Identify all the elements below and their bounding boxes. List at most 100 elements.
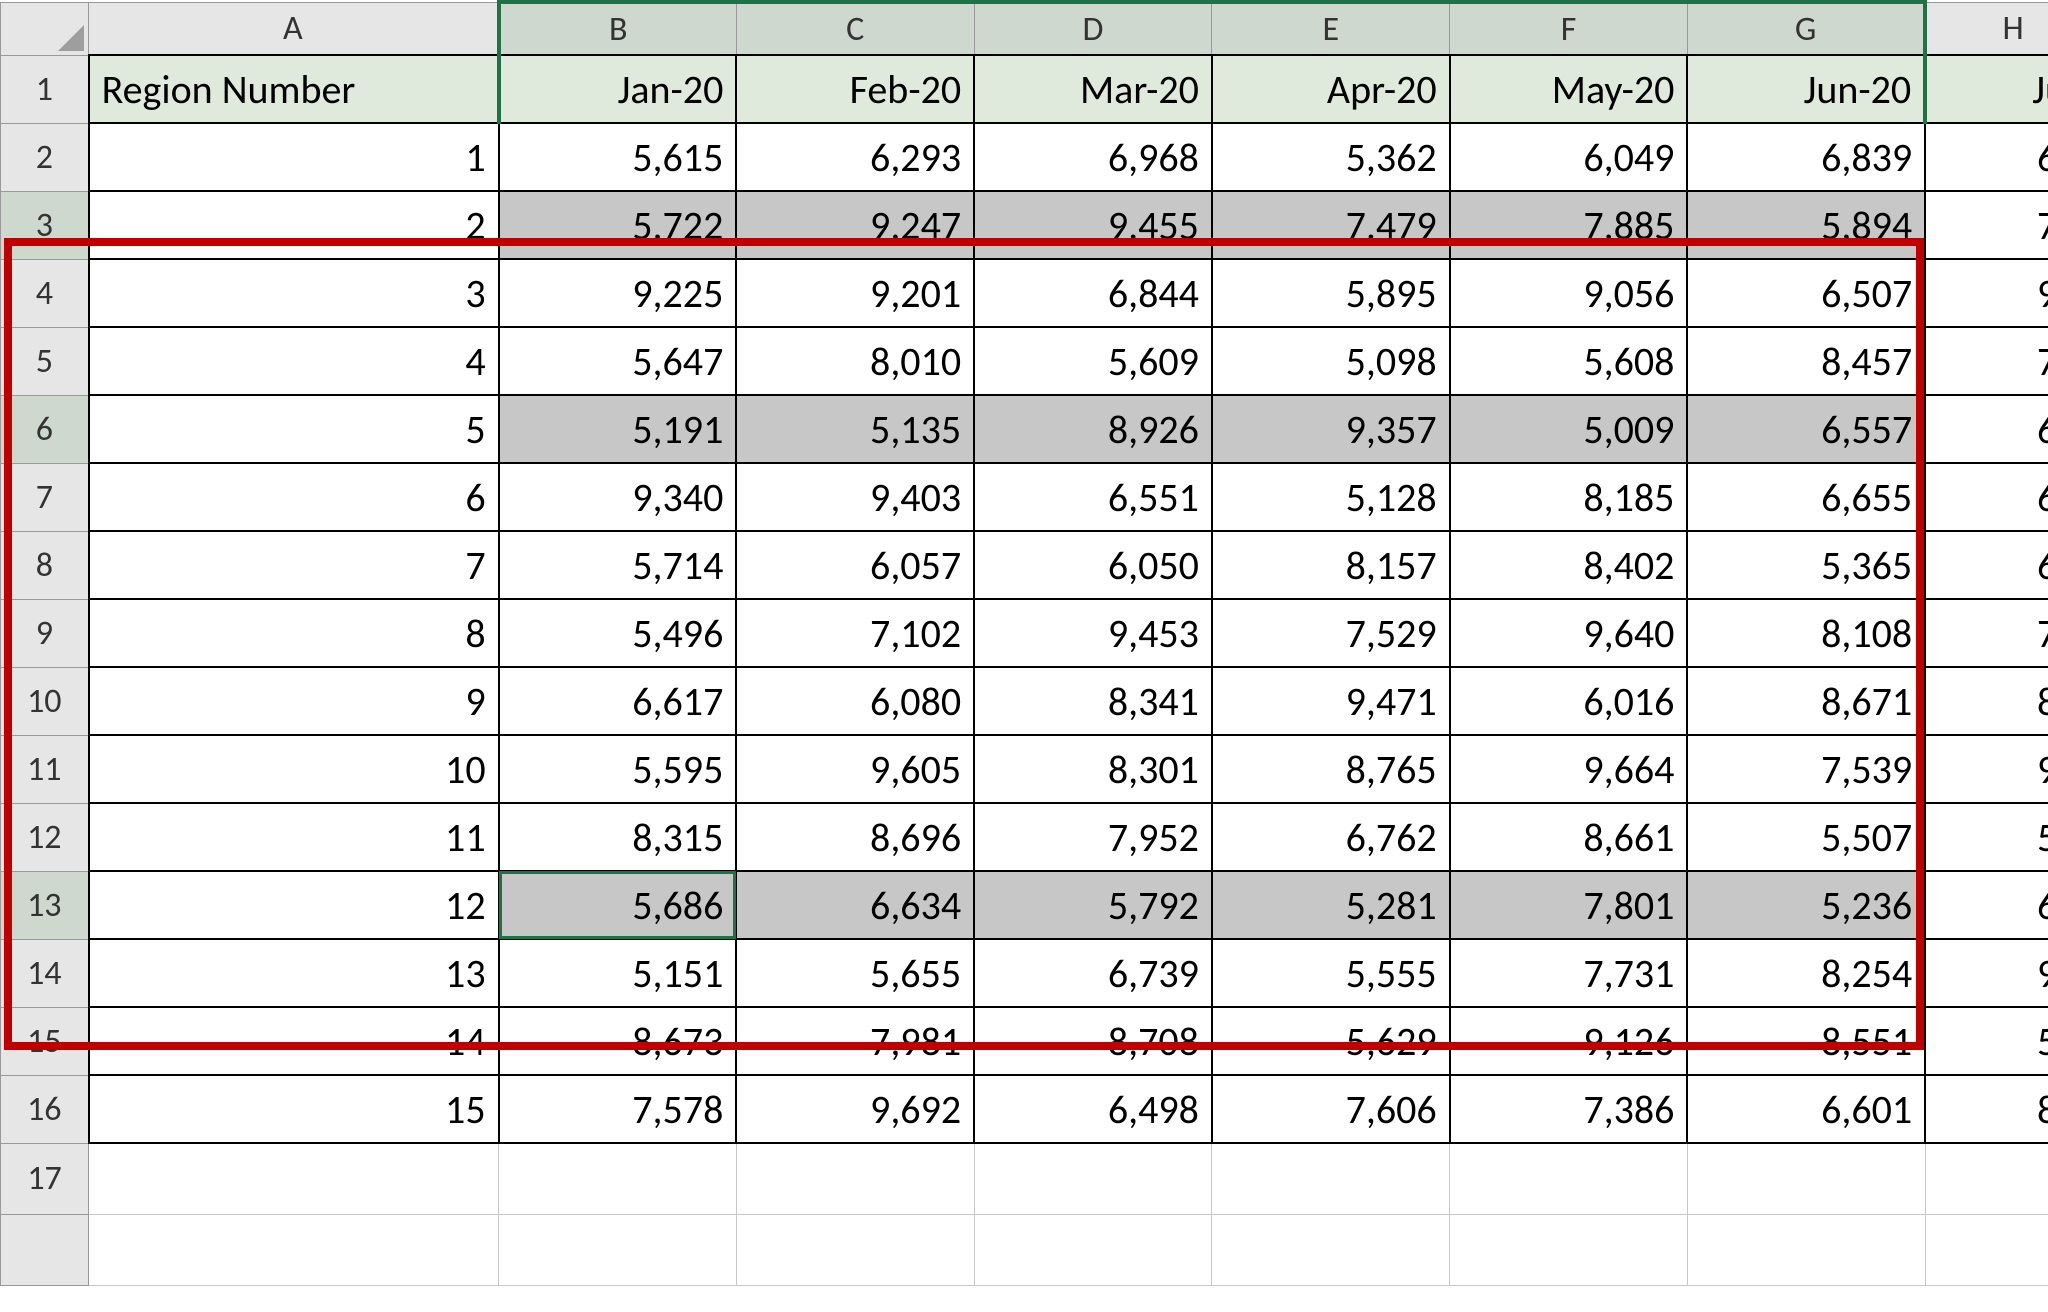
cell-D4[interactable]: 6,844 — [974, 259, 1212, 327]
cell-E8[interactable]: 8,157 — [1212, 531, 1450, 599]
cell-B6[interactable]: 5,191 — [499, 395, 737, 463]
col-header-E[interactable]: E — [1212, 2, 1450, 55]
row-header-1[interactable]: 1 — [1, 55, 89, 123]
cell-E14[interactable]: 5,555 — [1212, 939, 1450, 1007]
row-header-18[interactable] — [1, 1215, 89, 1286]
cell-E13[interactable]: 5,281 — [1212, 871, 1450, 939]
cell-A11[interactable]: 10 — [89, 735, 499, 803]
cell-D8[interactable]: 6,050 — [974, 531, 1212, 599]
cell-F16[interactable]: 7,386 — [1450, 1075, 1688, 1143]
cell-G13[interactable]: 5,236 — [1687, 871, 1925, 939]
row-header-7[interactable]: 7 — [1, 463, 89, 531]
cell-E2[interactable]: 5,362 — [1212, 123, 1450, 191]
cell-H14[interactable]: 9,7 — [1925, 939, 2048, 1007]
cell-A2[interactable]: 1 — [89, 123, 499, 191]
col-header-H[interactable]: H — [1925, 2, 2048, 55]
cell-D15[interactable]: 8,708 — [974, 1007, 1212, 1075]
cell-D9[interactable]: 9,453 — [974, 599, 1212, 667]
cell-G10[interactable]: 8,671 — [1687, 667, 1925, 735]
header-jun[interactable]: Jun-20 — [1687, 55, 1925, 123]
cell-F7[interactable]: 8,185 — [1450, 463, 1688, 531]
cell-A17[interactable] — [89, 1143, 499, 1215]
row-header-14[interactable]: 14 — [1, 939, 89, 1007]
cell-H8[interactable]: 6,8 — [1925, 531, 2048, 599]
header-region-number[interactable]: Region Number — [89, 55, 499, 123]
cell-C9[interactable]: 7,102 — [736, 599, 974, 667]
cell-E9[interactable]: 7,529 — [1212, 599, 1450, 667]
cell-F10[interactable]: 6,016 — [1450, 667, 1688, 735]
cell-B11[interactable]: 5,595 — [499, 735, 737, 803]
col-header-F[interactable]: F — [1450, 2, 1688, 55]
cell-D13[interactable]: 5,792 — [974, 871, 1212, 939]
row-header-12[interactable]: 12 — [1, 803, 89, 871]
col-header-C[interactable]: C — [736, 2, 974, 55]
cell-D2[interactable]: 6,968 — [974, 123, 1212, 191]
cell-F3[interactable]: 7,885 — [1450, 191, 1688, 259]
cell-C16[interactable]: 9,692 — [736, 1075, 974, 1143]
col-header-A[interactable]: A — [89, 2, 499, 55]
cell-F11[interactable]: 9,664 — [1450, 735, 1688, 803]
cell-A18[interactable] — [89, 1215, 499, 1286]
cell-E5[interactable]: 5,098 — [1212, 327, 1450, 395]
cell-A7[interactable]: 6 — [89, 463, 499, 531]
cell-G12[interactable]: 5,507 — [1687, 803, 1925, 871]
cell-H2[interactable]: 6,1 — [1925, 123, 2048, 191]
row-header-10[interactable]: 10 — [1, 667, 89, 735]
cell-B5[interactable]: 5,647 — [499, 327, 737, 395]
cell-C5[interactable]: 8,010 — [736, 327, 974, 395]
cell-B10[interactable]: 6,617 — [499, 667, 737, 735]
cell-A5[interactable]: 4 — [89, 327, 499, 395]
header-mar[interactable]: Mar-20 — [974, 55, 1212, 123]
cell-G15[interactable]: 8,551 — [1687, 1007, 1925, 1075]
col-header-B[interactable]: B — [499, 2, 737, 55]
header-feb[interactable]: Feb-20 — [736, 55, 974, 123]
cell-D3[interactable]: 9,455 — [974, 191, 1212, 259]
row-header-15[interactable]: 15 — [1, 1007, 89, 1075]
cell-H9[interactable]: 7,5 — [1925, 599, 2048, 667]
cell-D18[interactable] — [974, 1215, 1212, 1286]
cell-B17[interactable] — [499, 1143, 737, 1215]
cell-G8[interactable]: 5,365 — [1687, 531, 1925, 599]
cell-G4[interactable]: 6,507 — [1687, 259, 1925, 327]
cell-F13[interactable]: 7,801 — [1450, 871, 1688, 939]
cell-C17[interactable] — [736, 1143, 974, 1215]
cell-A14[interactable]: 13 — [89, 939, 499, 1007]
cell-A15[interactable]: 14 — [89, 1007, 499, 1075]
cell-A8[interactable]: 7 — [89, 531, 499, 599]
cell-G11[interactable]: 7,539 — [1687, 735, 1925, 803]
cell-C2[interactable]: 6,293 — [736, 123, 974, 191]
cell-B2[interactable]: 5,615 — [499, 123, 737, 191]
cell-F8[interactable]: 8,402 — [1450, 531, 1688, 599]
header-jan[interactable]: Jan-20 — [499, 55, 737, 123]
cell-G18[interactable] — [1687, 1215, 1925, 1286]
cell-A4[interactable]: 3 — [89, 259, 499, 327]
row-header-13[interactable]: 13 — [1, 871, 89, 939]
cell-H4[interactable]: 9,8 — [1925, 259, 2048, 327]
cell-A13[interactable]: 12 — [89, 871, 499, 939]
cell-C12[interactable]: 8,696 — [736, 803, 974, 871]
cell-B3[interactable]: 5,722 — [499, 191, 737, 259]
cell-B13[interactable]: 5,686 — [499, 871, 737, 939]
cell-F15[interactable]: 9,126 — [1450, 1007, 1688, 1075]
cell-F17[interactable] — [1450, 1143, 1688, 1215]
cell-F18[interactable] — [1450, 1215, 1688, 1286]
col-header-G[interactable]: G — [1687, 2, 1925, 55]
cell-D14[interactable]: 6,739 — [974, 939, 1212, 1007]
cell-A6[interactable]: 5 — [89, 395, 499, 463]
cell-D17[interactable] — [974, 1143, 1212, 1215]
cell-E3[interactable]: 7,479 — [1212, 191, 1450, 259]
cell-D12[interactable]: 7,952 — [974, 803, 1212, 871]
header-jul[interactable]: Jul- — [1925, 55, 2048, 123]
cell-G14[interactable]: 8,254 — [1687, 939, 1925, 1007]
cell-B4[interactable]: 9,225 — [499, 259, 737, 327]
row-header-8[interactable]: 8 — [1, 531, 89, 599]
cell-H15[interactable]: 5,6 — [1925, 1007, 2048, 1075]
cell-B16[interactable]: 7,578 — [499, 1075, 737, 1143]
cell-B12[interactable]: 8,315 — [499, 803, 737, 871]
cell-D16[interactable]: 6,498 — [974, 1075, 1212, 1143]
cell-E16[interactable]: 7,606 — [1212, 1075, 1450, 1143]
cell-H3[interactable]: 7,2 — [1925, 191, 2048, 259]
cell-C7[interactable]: 9,403 — [736, 463, 974, 531]
row-header-11[interactable]: 11 — [1, 735, 89, 803]
cell-H7[interactable]: 6,0 — [1925, 463, 2048, 531]
